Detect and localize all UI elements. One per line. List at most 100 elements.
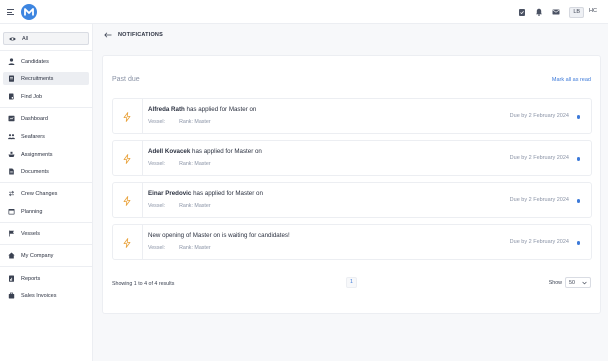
bell-icon[interactable] xyxy=(535,8,543,16)
unread-dot xyxy=(576,241,580,245)
notification-item[interactable]: Alfreda Rath has applied for Master on V… xyxy=(112,98,592,134)
people-icon xyxy=(8,133,15,140)
notification-meta: Vessel: Rank: Master xyxy=(148,161,211,167)
notifications-card: Past due Mark all as read Alfreda Rath h… xyxy=(102,55,601,314)
back-arrow-icon[interactable] xyxy=(104,32,112,38)
user-avatar[interactable]: LB xyxy=(569,6,585,18)
sidebar-item-label: Crew Changes xyxy=(21,190,58,197)
rank-label: Rank: xyxy=(179,245,193,251)
pagination-page-button[interactable]: 1 xyxy=(346,277,357,288)
sidebar-item-dashboard[interactable]: Dashboard xyxy=(3,112,89,125)
notification-divider xyxy=(142,99,143,133)
due-date: Due by 2 February 2024 xyxy=(509,197,569,203)
top-bar: LB HC xyxy=(0,0,608,24)
due-date: Due by 2 February 2024 xyxy=(509,239,569,245)
sidebar-divider xyxy=(0,107,93,108)
notification-text: has applied for Master on xyxy=(193,190,263,197)
sidebar-item-reports[interactable]: Reports xyxy=(3,272,89,285)
hamburger-icon[interactable] xyxy=(7,9,14,15)
sidebar-divider xyxy=(0,222,93,223)
person-icon xyxy=(8,58,15,65)
dashboard-icon xyxy=(8,115,15,122)
sidebar-item-candidates[interactable]: Candidates xyxy=(3,55,89,68)
sidebar-item-label: Reports xyxy=(21,275,41,282)
sidebar-item-label: My Company xyxy=(21,252,54,259)
sidebar-item-sales-invoices[interactable]: Sales Invoices xyxy=(3,289,89,302)
brand-logo[interactable] xyxy=(21,4,37,20)
vessel-label: Vessel: xyxy=(148,161,166,167)
vessel-label: Vessel: xyxy=(148,203,166,209)
sidebar-item-all[interactable]: All xyxy=(3,32,89,45)
lightning-icon xyxy=(123,196,131,206)
notification-meta: Vessel: Rank: Master xyxy=(148,245,211,251)
show-label: Show xyxy=(548,279,562,286)
rank-label: Rank: xyxy=(179,119,193,125)
document-icon xyxy=(8,168,15,175)
company-switcher[interactable]: HC xyxy=(586,7,600,18)
page-size-select[interactable]: 50 xyxy=(565,277,591,288)
applicant-name[interactable]: Adell Kovacek xyxy=(148,148,190,155)
rank-value: Master xyxy=(194,119,211,125)
rank-label: Rank: xyxy=(179,203,193,209)
lightning-icon xyxy=(123,154,131,164)
unread-dot xyxy=(576,157,580,161)
unread-dot xyxy=(576,115,580,119)
results-summary: Showing 1 to 4 of 4 results xyxy=(112,281,175,287)
sidebar-item-label: All xyxy=(22,35,29,42)
sidebar-item-label: Sales Invoices xyxy=(21,292,57,299)
sidebar-item-documents[interactable]: Documents xyxy=(3,165,89,178)
vessel-label: Vessel: xyxy=(148,245,166,251)
rank-value: Master xyxy=(194,245,211,251)
rank-label: Rank: xyxy=(179,161,193,167)
due-date: Due by 2 February 2024 xyxy=(509,113,569,119)
eye-icon xyxy=(9,35,16,42)
clipboard-icon xyxy=(8,75,15,82)
notification-meta: Vessel: Rank: Master xyxy=(148,119,211,125)
sidebar-item-crew-changes[interactable]: Crew Changes xyxy=(3,187,89,200)
home-icon xyxy=(8,252,15,259)
sidebar-item-seafarers[interactable]: Seafarers xyxy=(3,130,89,143)
sidebar-item-label: Dashboard xyxy=(21,115,48,122)
notification-item[interactable]: New opening of Master on is waiting for … xyxy=(112,224,592,260)
vessel-label: Vessel: xyxy=(148,119,166,125)
sidebar-item-label: Assignments xyxy=(21,151,53,158)
unread-dot xyxy=(576,199,580,203)
notification-divider xyxy=(142,225,143,259)
ship-icon xyxy=(8,151,15,158)
invoice-icon xyxy=(8,292,15,299)
notification-item[interactable]: Adell Kovacek has applied for Master on … xyxy=(112,140,592,176)
lightning-icon xyxy=(123,112,131,122)
swap-icon xyxy=(8,190,15,197)
applicant-name[interactable]: Einar Predovic xyxy=(148,190,191,197)
notification-message: New opening of Master on is waiting for … xyxy=(148,232,290,239)
sidebar-item-label: Planning xyxy=(21,208,43,215)
sidebar-item-planning[interactable]: Planning xyxy=(3,205,89,218)
applicant-name[interactable]: Alfreda Rath xyxy=(148,106,185,113)
notification-message: Adell Kovacek has applied for Master on xyxy=(148,148,262,155)
sidebar-divider xyxy=(0,182,93,183)
sidebar-item-recruitments[interactable]: Recruitments xyxy=(3,72,89,85)
section-title: Past due xyxy=(112,76,140,83)
sidebar-divider xyxy=(0,266,93,267)
page-title: NOTIFICATIONS xyxy=(118,32,163,38)
sidebar-item-label: Seafarers xyxy=(21,133,45,140)
rank-value: Master xyxy=(194,203,211,209)
sidebar-item-find-job[interactable]: Find Job xyxy=(3,90,89,103)
sidebar-item-my-company[interactable]: My Company xyxy=(3,249,89,262)
calendar-icon xyxy=(8,208,15,215)
notification-item[interactable]: Einar Predovic has applied for Master on… xyxy=(112,182,592,218)
mail-icon[interactable] xyxy=(552,8,560,16)
due-date: Due by 2 February 2024 xyxy=(509,155,569,161)
clipboard-check-icon[interactable] xyxy=(518,8,526,16)
sidebar-item-vessels[interactable]: Vessels xyxy=(3,227,89,240)
sidebar-item-label: Find Job xyxy=(21,93,43,100)
page-size-value: 50 xyxy=(569,279,575,286)
notification-divider xyxy=(142,183,143,217)
top-actions: LB HC xyxy=(509,6,600,18)
page-header: NOTIFICATIONS xyxy=(104,30,163,40)
sidebar-item-assignments[interactable]: Assignments xyxy=(3,148,89,161)
sidebar-divider xyxy=(0,244,93,245)
notification-message: Einar Predovic has applied for Master on xyxy=(148,190,263,197)
notification-text: has applied for Master on xyxy=(186,106,257,113)
mark-all-read-link[interactable]: Mark all as read xyxy=(552,77,591,83)
